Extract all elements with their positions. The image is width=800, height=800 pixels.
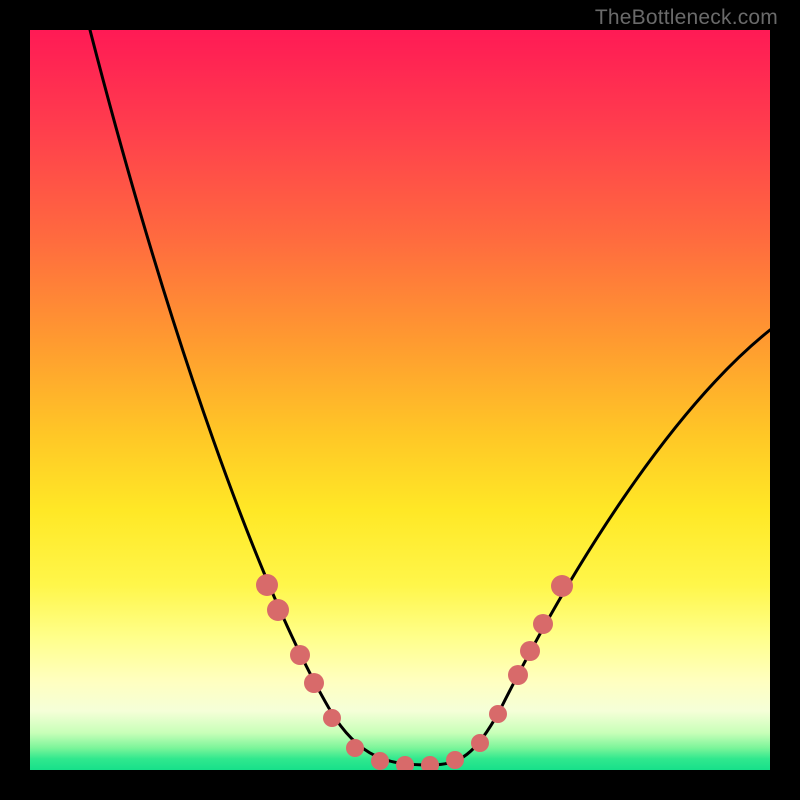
data-dot (304, 673, 324, 693)
data-dot (256, 574, 278, 596)
data-dot (551, 575, 573, 597)
data-dot (396, 756, 414, 770)
data-dot (371, 752, 389, 770)
data-dot (421, 756, 439, 770)
data-dot (323, 709, 341, 727)
data-dot (267, 599, 289, 621)
data-dots-layer (30, 30, 770, 770)
data-dot (520, 641, 540, 661)
data-dot (533, 614, 553, 634)
data-dot (290, 645, 310, 665)
attribution-text: TheBottleneck.com (595, 6, 778, 30)
data-dot (346, 739, 364, 757)
data-dot (508, 665, 528, 685)
data-dot (489, 705, 507, 723)
data-dot (471, 734, 489, 752)
data-dot (446, 751, 464, 769)
chart-frame (30, 30, 770, 770)
